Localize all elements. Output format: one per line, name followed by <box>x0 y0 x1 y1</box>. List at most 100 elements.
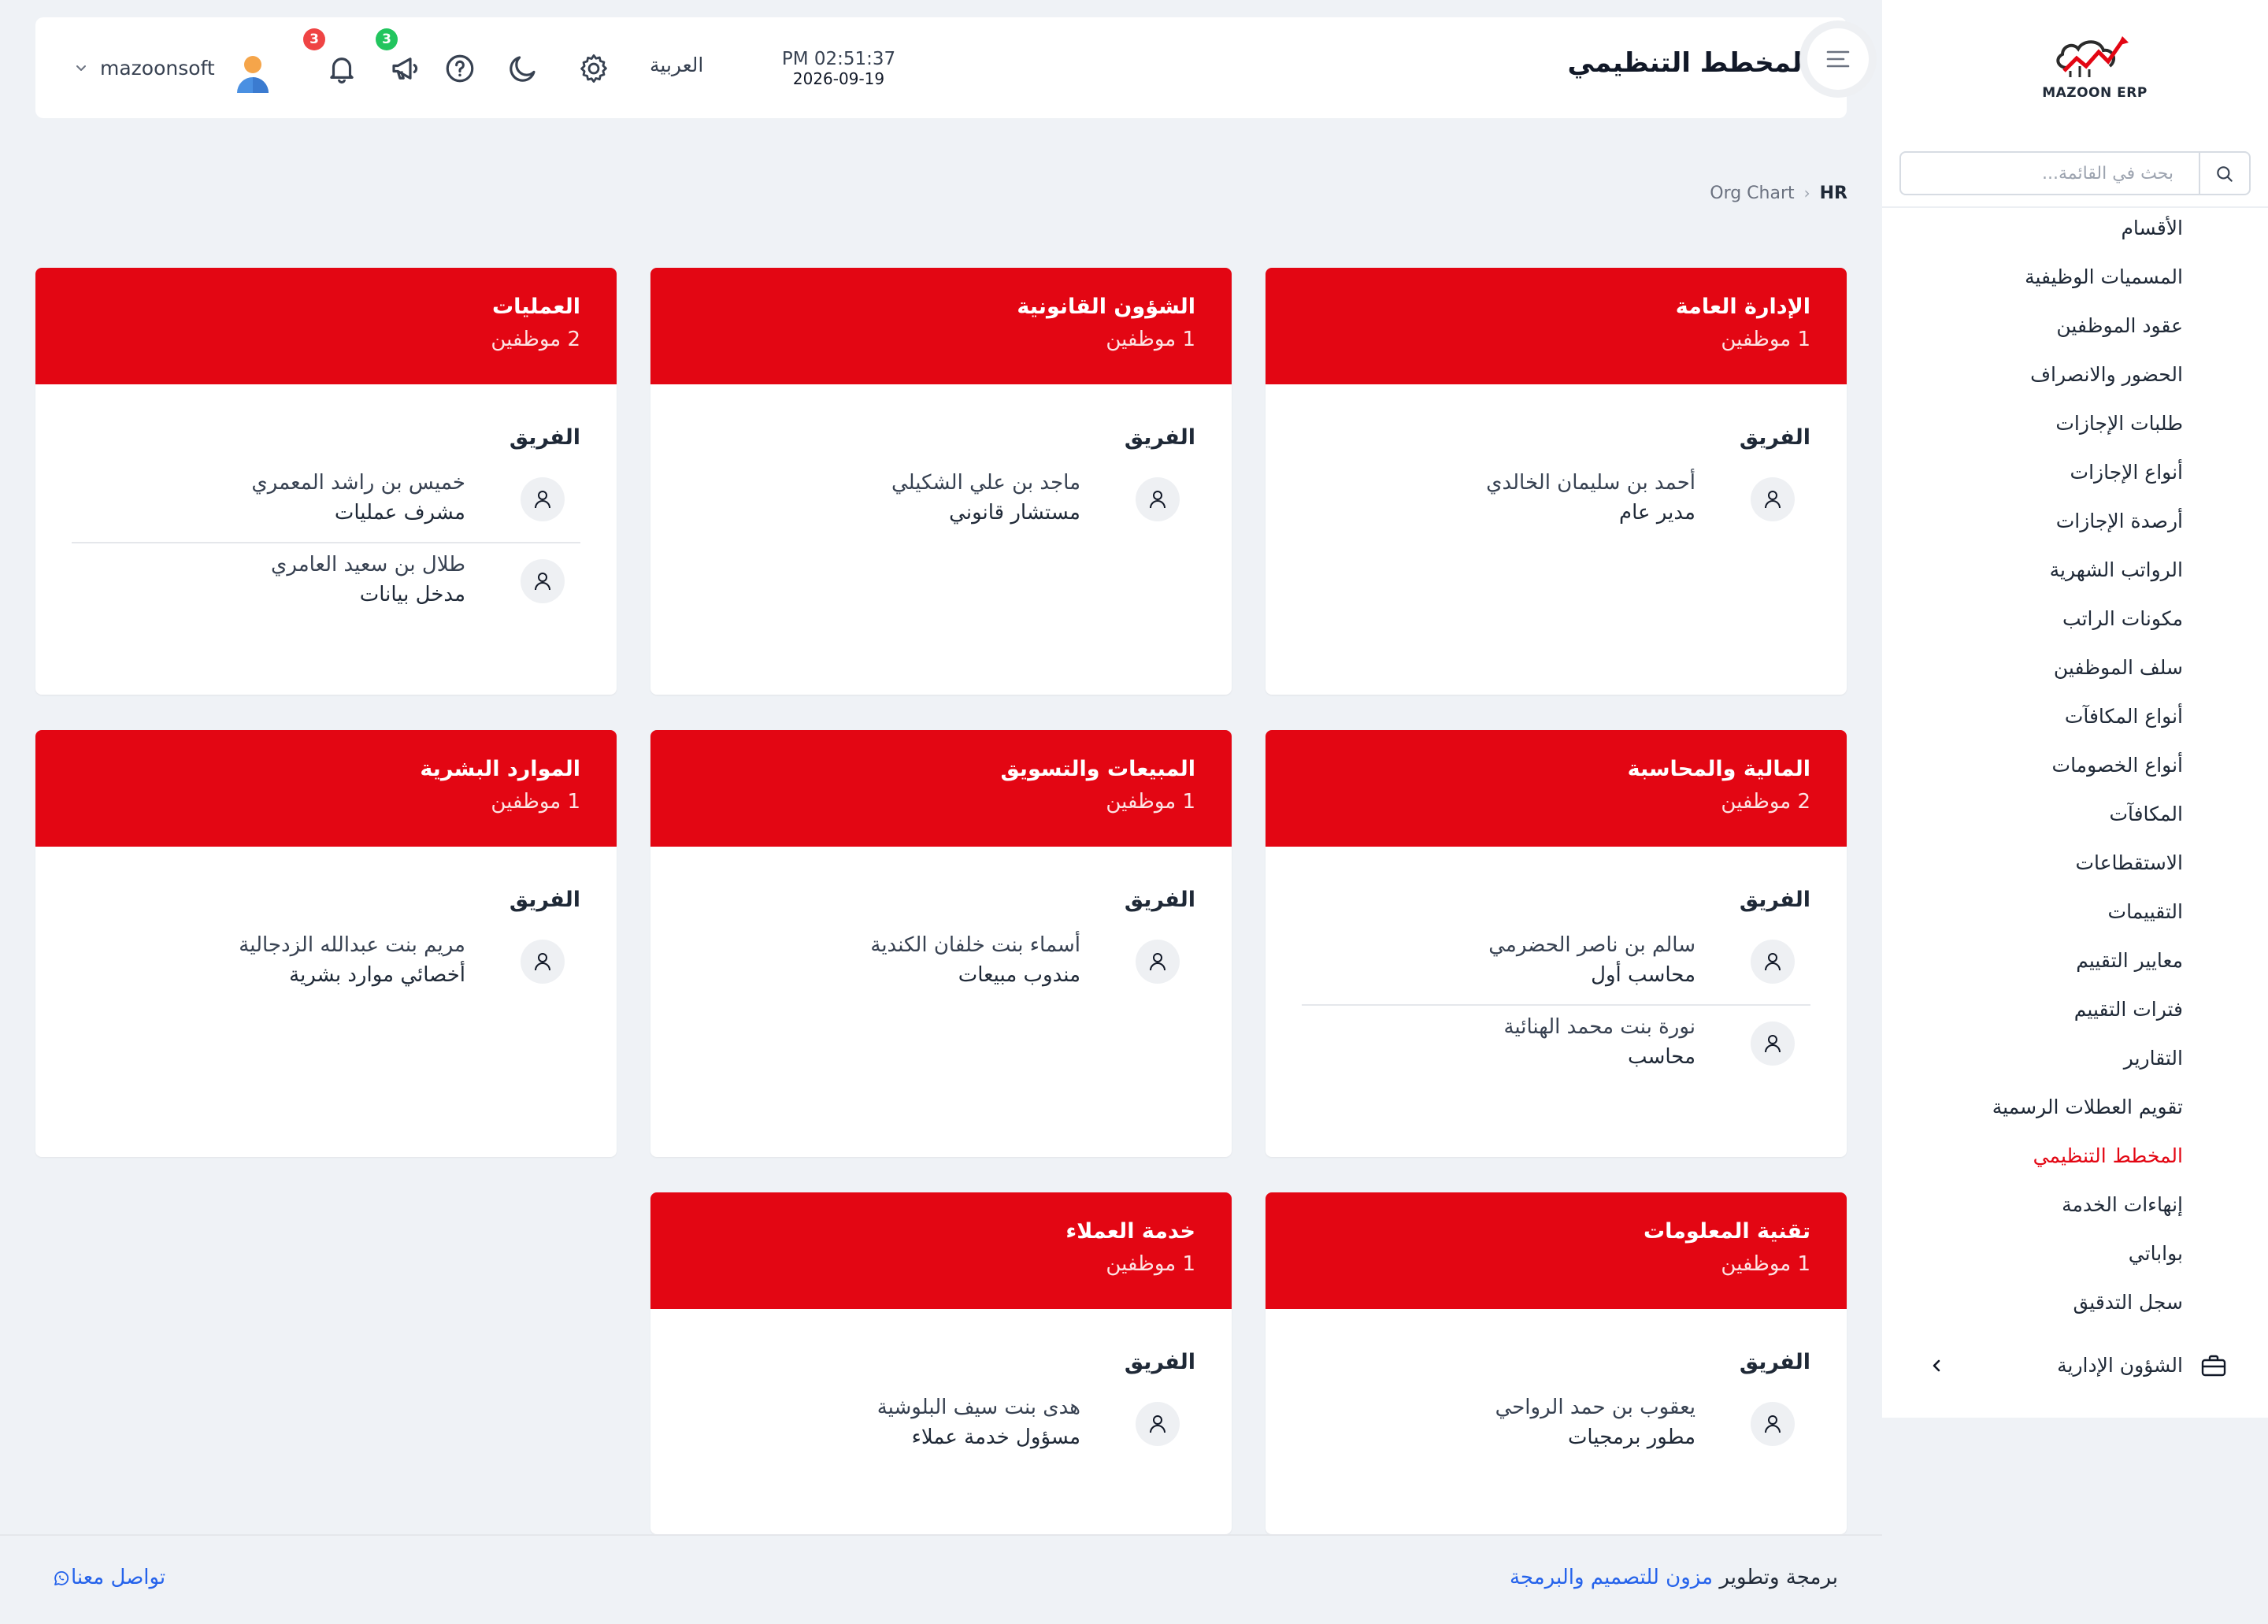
sidebar-search-input[interactable] <box>1937 159 2174 187</box>
dark-mode-moon-icon[interactable] <box>506 52 539 85</box>
sidebar-item-my-portals[interactable]: بواباتي <box>2129 1238 2183 1270</box>
department-name: المالية والمحاسبة <box>1627 757 1810 781</box>
chevron-down-icon[interactable] <box>75 61 87 74</box>
breadcrumb-root[interactable]: HR <box>1820 184 1847 203</box>
employee-count: 2 موظفين <box>491 328 580 351</box>
help-icon[interactable] <box>443 52 476 85</box>
sidebar-item-deduction-types[interactable]: أنواع الخصومات <box>2052 750 2183 781</box>
chevron-left-icon <box>1933 1359 1940 1372</box>
sidebar-item-org-chart[interactable]: المخطط التنظيمي <box>2033 1140 2183 1172</box>
team-label: الفريق <box>1124 1350 1195 1374</box>
sidebar-group-label: الشؤون الإدارية <box>2057 1354 2183 1377</box>
user-icon <box>1136 477 1180 521</box>
department-header: الموارد البشرية 1 موظفين <box>35 730 617 847</box>
username[interactable]: mazoonsoft <box>100 57 215 80</box>
employee-row[interactable]: سالم بن ناصر الحضرمي محاسب أول <box>1302 933 1810 1007</box>
employee-role: مسؤول خدمة عملاء <box>911 1426 1080 1449</box>
employee-row[interactable]: أحمد بن سليمان الخالدي مدير عام <box>1302 471 1810 545</box>
sidebar-item-deductions[interactable]: الاستقطاعات <box>2075 847 2183 879</box>
breadcrumb: Org Chart › HR <box>1710 183 1847 206</box>
sidebar-item-job-titles[interactable]: المسميات الوظيفية <box>2025 261 2183 293</box>
employee-count: 1 موظفين <box>1721 328 1810 351</box>
department-card: الشؤون القانونية 1 موظفين الفريق ماجد بن… <box>650 268 1232 695</box>
breadcrumb-current[interactable]: Org Chart <box>1710 184 1794 203</box>
employee-row[interactable]: مريم بنت عبدالله الزدجالية أخصائي موارد … <box>72 933 580 1007</box>
department-card: المالية والمحاسبة 2 موظفين الفريق سالم ب… <box>1266 730 1847 1157</box>
department-header: الإدارة العامة 1 موظفين <box>1266 268 1847 384</box>
employee-name: ماجد بن علي الشكيلي <box>891 471 1080 495</box>
page-title: المخطط التنظيمي <box>1567 47 1811 79</box>
search-icon[interactable] <box>2214 164 2235 184</box>
team-label: الفريق <box>1739 888 1810 912</box>
sidebar-item-evaluation-periods[interactable]: فترات التقييم <box>2074 994 2183 1025</box>
sidebar: MAZOON ERP الأقسام المسميات الوظيفية عقو… <box>1882 0 2268 1418</box>
department-card: الإدارة العامة 1 موظفين الفريق أحمد بن س… <box>1266 268 1847 695</box>
employee-name: نورة بنت محمد الهنائية <box>1503 1015 1695 1039</box>
department-name: العمليات <box>491 295 580 319</box>
sidebar-item-evaluation-criteria[interactable]: معايير التقييم <box>2076 945 2183 977</box>
employee-row[interactable]: هدى بنت سيف البلوشية مسؤول خدمة عملاء <box>687 1396 1195 1470</box>
footer-credit-link[interactable]: مزون للتصميم والبرمجة <box>1510 1566 1713 1589</box>
sidebar-item-bonus-types[interactable]: أنواع المكافآت <box>2065 701 2183 732</box>
contact-us-link[interactable]: تواصل معنا <box>44 1566 165 1589</box>
sidebar-item-evaluations[interactable]: التقييمات <box>2108 896 2183 928</box>
user-avatar[interactable] <box>231 50 275 95</box>
employee-name: أسماء بنت خلفان الكندية <box>870 933 1080 957</box>
sidebar-item-departments[interactable]: الأقسام <box>2121 213 2183 244</box>
sidebar-divider <box>1882 206 2268 208</box>
search-separator <box>2199 153 2200 194</box>
user-icon <box>1136 940 1180 984</box>
employee-count: 1 موظفين <box>1106 790 1195 814</box>
department-card: خدمة العملاء 1 موظفين الفريق هدى بنت سيف… <box>650 1192 1232 1534</box>
user-icon <box>1751 1402 1795 1446</box>
language-switch[interactable]: العربية <box>650 54 703 76</box>
employee-row[interactable]: خميس بن راشد المعمري مشرف عمليات <box>72 471 580 545</box>
brand-logo[interactable]: MAZOON ERP <box>2036 30 2154 109</box>
sidebar-item-attendance[interactable]: الحضور والانصراف <box>2030 359 2183 391</box>
sidebar-item-leave-requests[interactable]: طلبات الإجازات <box>2055 408 2183 439</box>
employee-name: يعقوب بن حمد الرواحي <box>1495 1396 1695 1419</box>
sidebar-item-bonuses[interactable]: المكافآت <box>2109 799 2183 830</box>
sidebar-toggle-button[interactable] <box>1799 20 1877 98</box>
department-name: تقنية المعلومات <box>1643 1219 1810 1244</box>
sidebar-group-administrative[interactable]: الشؤون الإدارية <box>1882 1348 2268 1383</box>
footer-credit-text: برمجة وتطوير <box>1719 1566 1838 1589</box>
employee-name: مريم بنت عبدالله الزدجالية <box>239 933 465 957</box>
department-card: المبيعات والتسويق 1 موظفين الفريق أسماء … <box>650 730 1232 1157</box>
announcement-megaphone-icon[interactable] <box>388 52 421 85</box>
employee-role: مستشار قانوني <box>949 501 1080 525</box>
logo-text: MAZOON ERP <box>2042 85 2148 101</box>
notification-bell-icon[interactable] <box>325 52 358 85</box>
sidebar-item-advances[interactable]: سلف الموظفين <box>2054 652 2183 684</box>
employee-row[interactable]: أسماء بنت خلفان الكندية مندوب مبيعات <box>687 933 1195 1007</box>
employee-role: مدير عام <box>1619 501 1695 525</box>
employee-row[interactable]: نورة بنت محمد الهنائية محاسب <box>1302 1015 1810 1089</box>
sidebar-item-leave-types[interactable]: أنواع الإجازات <box>2070 457 2183 488</box>
employee-count: 1 موظفين <box>1721 1252 1810 1276</box>
team-label: الفريق <box>1124 425 1195 450</box>
sidebar-item-payroll[interactable]: الرواتب الشهرية <box>2050 554 2183 586</box>
sidebar-item-salary-components[interactable]: مكونات الراتب <box>2062 603 2183 635</box>
sidebar-item-audit-log[interactable]: سجل التدقيق <box>2073 1287 2183 1318</box>
employee-role: محاسب أول <box>1591 963 1695 987</box>
employee-name: خميس بن راشد المعمري <box>251 471 465 495</box>
contact-us-label: تواصل معنا <box>71 1566 166 1589</box>
announcements-badge: 3 <box>376 28 398 50</box>
employee-row[interactable]: طلال بن سعيد العامري مدخل بيانات <box>72 553 580 627</box>
employee-divider <box>1302 1004 1810 1006</box>
sidebar-item-reports[interactable]: التقارير <box>2124 1043 2183 1074</box>
department-header: المالية والمحاسبة 2 موظفين <box>1266 730 1847 847</box>
employee-row[interactable]: ماجد بن علي الشكيلي مستشار قانوني <box>687 471 1195 545</box>
sidebar-item-terminations[interactable]: إنهاءات الخدمة <box>2062 1189 2183 1221</box>
sidebar-item-holiday-calendar[interactable]: تقويم العطلات الرسمية <box>1992 1092 2183 1123</box>
employee-name: سالم بن ناصر الحضرمي <box>1488 933 1695 957</box>
sidebar-item-contracts[interactable]: عقود الموظفين <box>2056 310 2183 342</box>
employee-row[interactable]: يعقوب بن حمد الرواحي مطور برمجيات <box>1302 1396 1810 1470</box>
department-card: العمليات 2 موظفين الفريق خميس بن راشد ال… <box>35 268 617 695</box>
top-header: المخطط التنظيمي PM 02:51:37 2026-09-19 ا… <box>35 17 1877 118</box>
team-label: الفريق <box>1739 1350 1810 1374</box>
settings-gear-icon[interactable] <box>577 52 610 85</box>
footer-divider <box>0 1534 1882 1536</box>
sidebar-item-leave-balances[interactable]: أرصدة الإجازات <box>2056 506 2183 537</box>
team-label: الفريق <box>509 425 580 450</box>
